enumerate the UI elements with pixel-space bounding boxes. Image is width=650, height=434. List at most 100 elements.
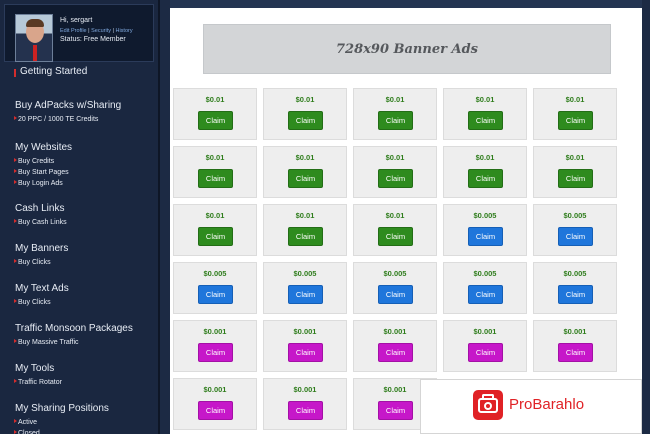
ad-value: $0.01 [205,211,225,220]
ad-cell: $0.001 Claim [173,378,257,430]
menu-section: My Tools Traffic Rotator [0,363,158,388]
menu-sub-item[interactable]: Buy Clicks [0,257,158,268]
menu-sub-item-label: Closed [18,430,40,434]
ad-value: $0.01 [565,153,585,162]
ad-value: $0.01 [565,95,585,104]
bullet-arrow-icon [14,339,17,343]
menu-sub-item[interactable]: Buy Login Ads [0,178,158,189]
ad-value: $0.001 [383,327,407,336]
ad-value: $0.01 [205,95,225,104]
menu-section: Cash Links Buy Cash Links [0,203,158,228]
claim-button[interactable]: Claim [558,111,593,130]
menu-section-title[interactable]: My Sharing Positions [0,403,158,414]
claim-button[interactable]: Claim [558,343,593,362]
claim-button[interactable]: Claim [378,401,413,420]
banner-text: 728x90 Banner Ads [336,41,478,57]
claim-button[interactable]: Claim [468,227,503,246]
menu-sub-item-label: Buy Massive Traffic [18,339,79,346]
bullet-arrow-icon [14,180,17,184]
ad-value: $0.005 [293,269,317,278]
claim-button[interactable]: Claim [378,343,413,362]
claim-button[interactable]: Claim [198,111,233,130]
menu-sub-item[interactable]: Buy Clicks [0,297,158,308]
claim-button[interactable]: Claim [468,169,503,188]
menu-sub-item-label: Buy Start Pages [18,169,69,176]
menu-section-title[interactable]: My Text Ads [0,283,158,294]
edit-profile-link[interactable]: Edit Profile [60,28,87,34]
ad-value: $0.005 [563,211,587,220]
claim-button[interactable]: Claim [288,111,323,130]
claim-button[interactable]: Claim [468,111,503,130]
claim-button[interactable]: Claim [198,401,233,420]
history-link[interactable]: History [115,28,132,34]
menu-sub-item[interactable]: Buy Cash Links [0,217,158,228]
menu-section-title[interactable]: Cash Links [0,203,158,214]
menu-section: My Banners Buy Clicks [0,243,158,268]
ad-cell: $0.005 Claim [443,262,527,314]
claim-button[interactable]: Claim [288,343,323,362]
bullet-arrow-icon [14,259,17,263]
ad-value: $0.01 [385,95,405,104]
menu-section: Buy AdPacks w/Sharing 20 PPC / 1000 TE Cr… [0,100,158,125]
claim-button[interactable]: Claim [378,111,413,130]
menu-section-title[interactable]: Getting Started [0,66,158,77]
ad-cell: $0.005 Claim [263,262,347,314]
ad-value: $0.001 [293,327,317,336]
menu-section-title[interactable]: Traffic Monsoon Packages [0,323,158,334]
menu-section-title[interactable]: Buy AdPacks w/Sharing [0,100,158,111]
claim-button[interactable]: Claim [468,285,503,304]
claim-button[interactable]: Claim [288,227,323,246]
ad-value: $0.01 [385,153,405,162]
claim-button[interactable]: Claim [198,285,233,304]
bullet-arrow-icon [14,158,17,162]
claim-button[interactable]: Claim [198,227,233,246]
ad-value: $0.01 [295,211,315,220]
menu-sub-item[interactable]: Buy Massive Traffic [0,337,158,348]
bullet-arrow-icon [14,430,17,434]
menu-sub-item[interactable]: Buy Credits [0,156,158,167]
claim-button[interactable]: Claim [468,343,503,362]
claim-button[interactable]: Claim [288,169,323,188]
menu-section-title[interactable]: My Banners [0,243,158,254]
claim-button[interactable]: Claim [198,169,233,188]
ad-cell: $0.001 Claim [263,320,347,372]
ad-cell: $0.01 Claim [353,146,437,198]
claim-button[interactable]: Claim [198,343,233,362]
ad-value: $0.005 [473,269,497,278]
ad-cell: $0.01 Claim [263,88,347,140]
ad-cell: $0.005 Claim [533,262,617,314]
claim-button[interactable]: Claim [378,169,413,188]
ad-cell: $0.001 Claim [443,320,527,372]
claim-button[interactable]: Claim [558,227,593,246]
ad-value: $0.001 [203,385,227,394]
menu-sub-item[interactable]: Buy Start Pages [0,167,158,178]
top-band [170,0,642,8]
profile-panel: Hi, sergart Edit Profile | Security | Hi… [4,4,154,62]
ad-value: $0.005 [383,269,407,278]
menu-sub-item[interactable]: 20 PPC / 1000 TE Credits [0,114,158,125]
claim-button[interactable]: Claim [288,401,323,420]
menu-sub-item[interactable]: Traffic Rotator [0,377,158,388]
banner-ad-placeholder[interactable]: 728x90 Banner Ads [203,24,611,74]
security-link[interactable]: Security [91,28,111,34]
ad-cell: $0.01 Claim [533,88,617,140]
ad-cell: $0.001 Claim [533,320,617,372]
sidebar: Hi, sergart Edit Profile | Security | Hi… [0,0,160,434]
menu-section: My Websites Buy Credits Buy Start Pages Buy… [0,142,158,189]
ad-value: $0.001 [293,385,317,394]
claim-button[interactable]: Claim [378,227,413,246]
menu-sub-item-label: Buy Clicks [18,259,51,266]
menu-sub-item-label: Buy Clicks [18,299,51,306]
menu-section: Traffic Monsoon Packages Buy Massive Traf… [0,323,158,348]
menu-section-title[interactable]: My Websites [0,142,158,153]
menu-section: My Sharing Positions Active Closed [0,403,158,434]
menu-sub-item[interactable]: Closed [0,428,158,434]
claim-button[interactable]: Claim [378,285,413,304]
ad-value: $0.005 [203,269,227,278]
claim-button[interactable]: Claim [288,285,323,304]
menu-section-title[interactable]: My Tools [0,363,158,374]
claim-button[interactable]: Claim [558,285,593,304]
ad-value: $0.001 [563,327,587,336]
claim-button[interactable]: Claim [558,169,593,188]
menu-sub-item[interactable]: Active [0,417,158,428]
